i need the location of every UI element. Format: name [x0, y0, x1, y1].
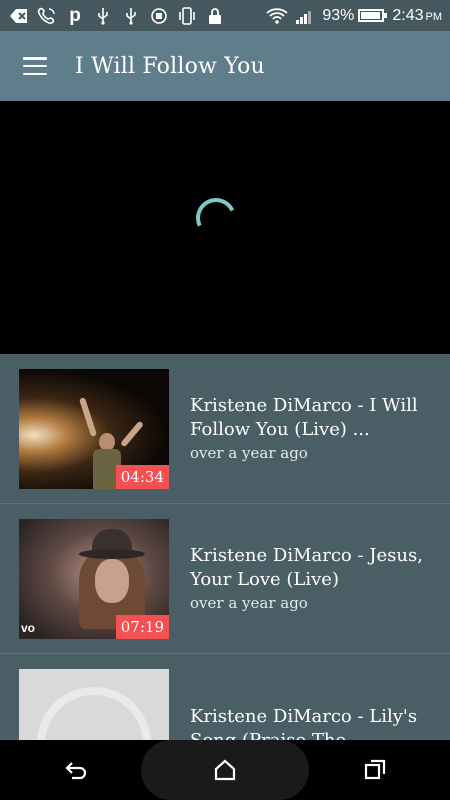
page-title: I Will Follow You	[75, 53, 265, 79]
video-date: over a year ago	[190, 594, 308, 612]
video-thumbnail: vo 07:19	[19, 518, 169, 639]
wifi-icon	[266, 6, 288, 26]
signal-icon	[294, 6, 316, 26]
usb-icon	[120, 6, 142, 26]
video-list: 04:34 Kristene DiMarco - I Will Follow Y…	[0, 354, 450, 740]
menu-button[interactable]	[0, 31, 70, 101]
vibrate-icon	[176, 6, 198, 26]
home-icon	[214, 759, 236, 781]
back-button[interactable]	[45, 740, 105, 800]
status-bar: p 93% 2:43 PM	[0, 0, 450, 31]
usb-debug-icon	[8, 6, 30, 26]
duration-badge: 04:34	[115, 464, 169, 489]
app-bar: I Will Follow You	[0, 31, 450, 101]
clock: 2:43 PM	[392, 6, 442, 24]
video-title: Kristene DiMarco - I Will Follow You (Li…	[190, 395, 418, 440]
back-icon	[65, 762, 87, 780]
battery-percent: 93%	[322, 6, 355, 24]
duration-badge: 07:19	[115, 614, 169, 639]
vevo-watermark: vo	[21, 620, 36, 635]
video-thumbnail: 04:34	[19, 368, 169, 489]
navigation-bar	[0, 740, 450, 800]
video-date: over a year ago	[190, 444, 308, 462]
list-item[interactable]: vo 07:19 Kristene DiMarco - Jesus, Your …	[0, 504, 450, 654]
video-title: Kristene DiMarco - Lily's Song (Praise T…	[190, 705, 418, 741]
battery-icon	[358, 9, 388, 22]
loading-spinner-icon	[190, 192, 242, 244]
video-title: Kristene DiMarco - Jesus, Your Love (Liv…	[190, 545, 423, 590]
video-thumbnail-placeholder	[19, 668, 169, 740]
usb-icon	[92, 6, 114, 26]
recents-icon	[364, 759, 386, 780]
pandora-icon: p	[69, 4, 81, 26]
list-item[interactable]: 04:34 Kristene DiMarco - I Will Follow Y…	[0, 354, 450, 504]
image-placeholder-icon	[37, 686, 151, 740]
video-player[interactable]	[0, 101, 450, 354]
list-item[interactable]: Kristene DiMarco - Lily's Song (Praise T…	[0, 654, 450, 740]
hamburger-icon	[23, 57, 47, 75]
recents-button[interactable]	[345, 740, 405, 800]
lock-icon	[204, 6, 226, 26]
phone-call-icon	[36, 6, 58, 26]
rotate-lock-icon	[148, 6, 170, 26]
